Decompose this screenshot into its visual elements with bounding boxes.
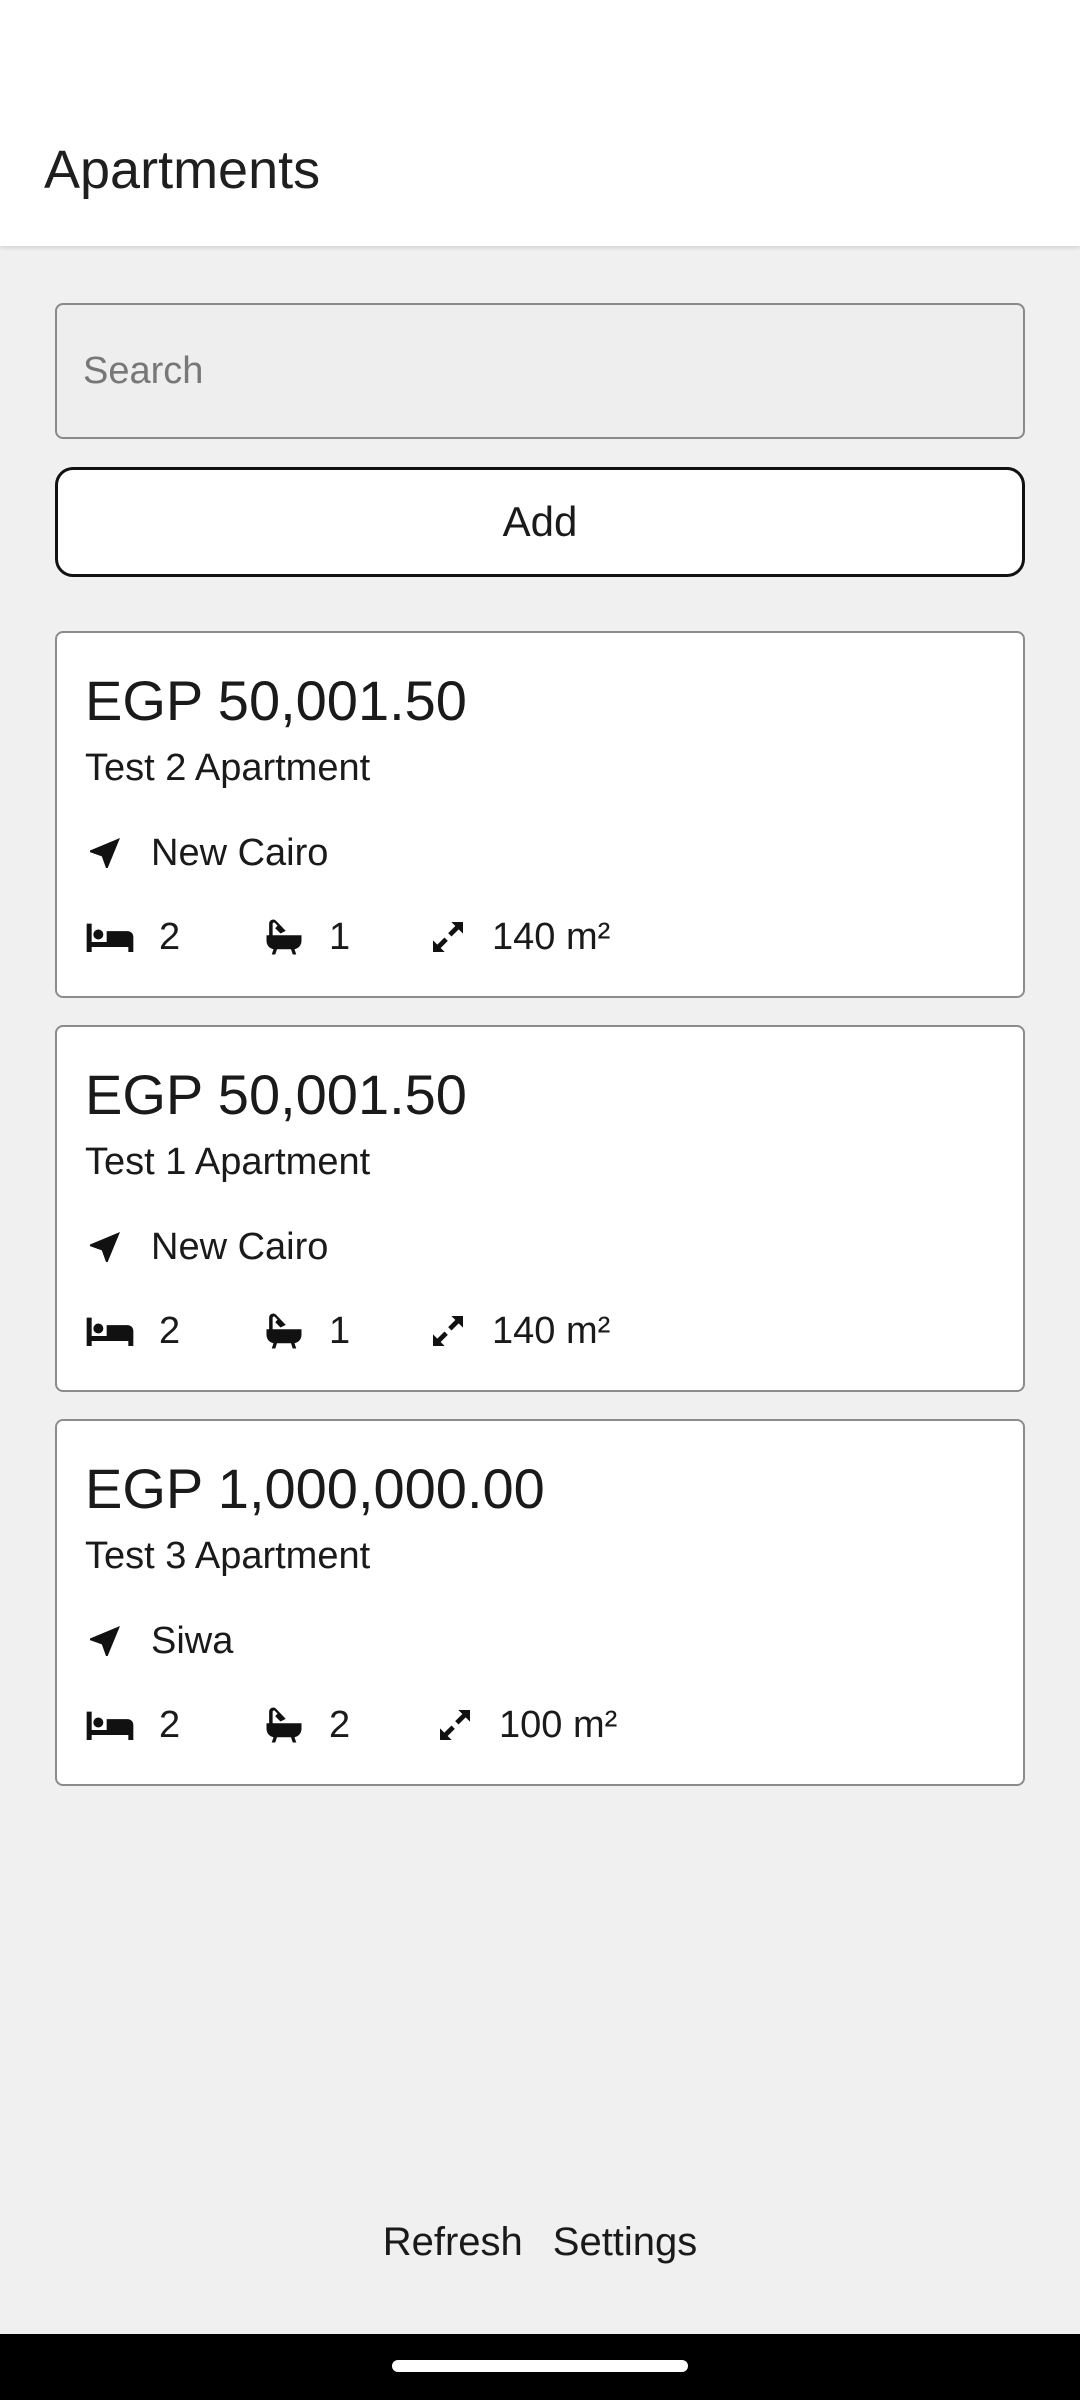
area-value: 140 m²: [492, 915, 611, 958]
apartment-features: 2 1 140 m²: [85, 1307, 985, 1355]
expand-arrows-icon: [428, 1311, 468, 1351]
refresh-button[interactable]: Refresh: [383, 2220, 523, 2265]
bathtub-icon: [263, 1310, 305, 1352]
apartment-location: Siwa: [85, 1617, 233, 1665]
apartment-price: EGP 1,000,000.00: [85, 1457, 545, 1520]
area-value: 140 m²: [492, 1309, 611, 1352]
system-navigation-bar: [0, 2334, 1080, 2400]
apartment-card[interactable]: EGP 50,001.50 Test 1 Apartment New Cairo…: [55, 1025, 1025, 1392]
bed-icon: [85, 917, 135, 957]
expand-arrows-icon: [435, 1705, 475, 1745]
bathtub-icon: [263, 1704, 305, 1746]
area-feature: 100 m²: [435, 1701, 617, 1749]
apartment-location: New Cairo: [85, 1223, 328, 1271]
bed-icon: [85, 1311, 135, 1351]
apartment-name: Test 2 Apartment: [85, 747, 371, 789]
beds-feature: 2: [85, 1307, 180, 1355]
apartment-card[interactable]: EGP 1,000,000.00 Test 3 Apartment Siwa 2…: [55, 1419, 1025, 1786]
baths-feature: 1: [263, 1307, 350, 1355]
apartment-card[interactable]: EGP 50,001.50 Test 2 Apartment New Cairo…: [55, 631, 1025, 998]
beds-count: 2: [159, 915, 181, 958]
area-feature: 140 m²: [428, 913, 610, 961]
baths-feature: 2: [263, 1701, 350, 1749]
apartment-features: 2 1 140 m²: [85, 913, 985, 961]
apartment-name: Test 1 Apartment: [85, 1141, 371, 1183]
beds-feature: 2: [85, 1701, 180, 1749]
apartment-list: EGP 50,001.50 Test 2 Apartment New Cairo…: [55, 631, 1025, 1813]
expand-arrows-icon: [428, 917, 468, 957]
apartment-price: EGP 50,001.50: [85, 1063, 467, 1126]
settings-button[interactable]: Settings: [553, 2220, 698, 2265]
baths-count: 1: [329, 1309, 351, 1352]
area-feature: 140 m²: [428, 1307, 610, 1355]
navigation-arrow-icon: [85, 833, 125, 873]
beds-count: 2: [159, 1309, 181, 1352]
baths-feature: 1: [263, 913, 350, 961]
baths-count: 2: [329, 1703, 351, 1746]
beds-feature: 2: [85, 913, 180, 961]
navigation-arrow-icon: [85, 1227, 125, 1267]
apartment-price: EGP 50,001.50: [85, 669, 467, 732]
bathtub-icon: [263, 916, 305, 958]
home-gesture-handle[interactable]: [392, 2360, 688, 2372]
page-title: Apartments: [44, 140, 321, 200]
apartment-features: 2 2 100 m²: [85, 1701, 985, 1749]
location-text: New Cairo: [151, 1225, 329, 1268]
location-text: New Cairo: [151, 831, 329, 874]
baths-count: 1: [329, 915, 351, 958]
navigation-arrow-icon: [85, 1621, 125, 1661]
add-button[interactable]: Add: [55, 467, 1025, 577]
apartment-location: New Cairo: [85, 829, 328, 877]
apartment-name: Test 3 Apartment: [85, 1535, 371, 1577]
location-text: Siwa: [151, 1619, 234, 1662]
app-bar: Apartments: [0, 0, 1080, 246]
beds-count: 2: [159, 1703, 181, 1746]
bed-icon: [85, 1705, 135, 1745]
area-value: 100 m²: [499, 1703, 618, 1746]
bottom-links: Refresh Settings: [0, 2220, 1080, 2265]
search-input[interactable]: [55, 303, 1025, 439]
